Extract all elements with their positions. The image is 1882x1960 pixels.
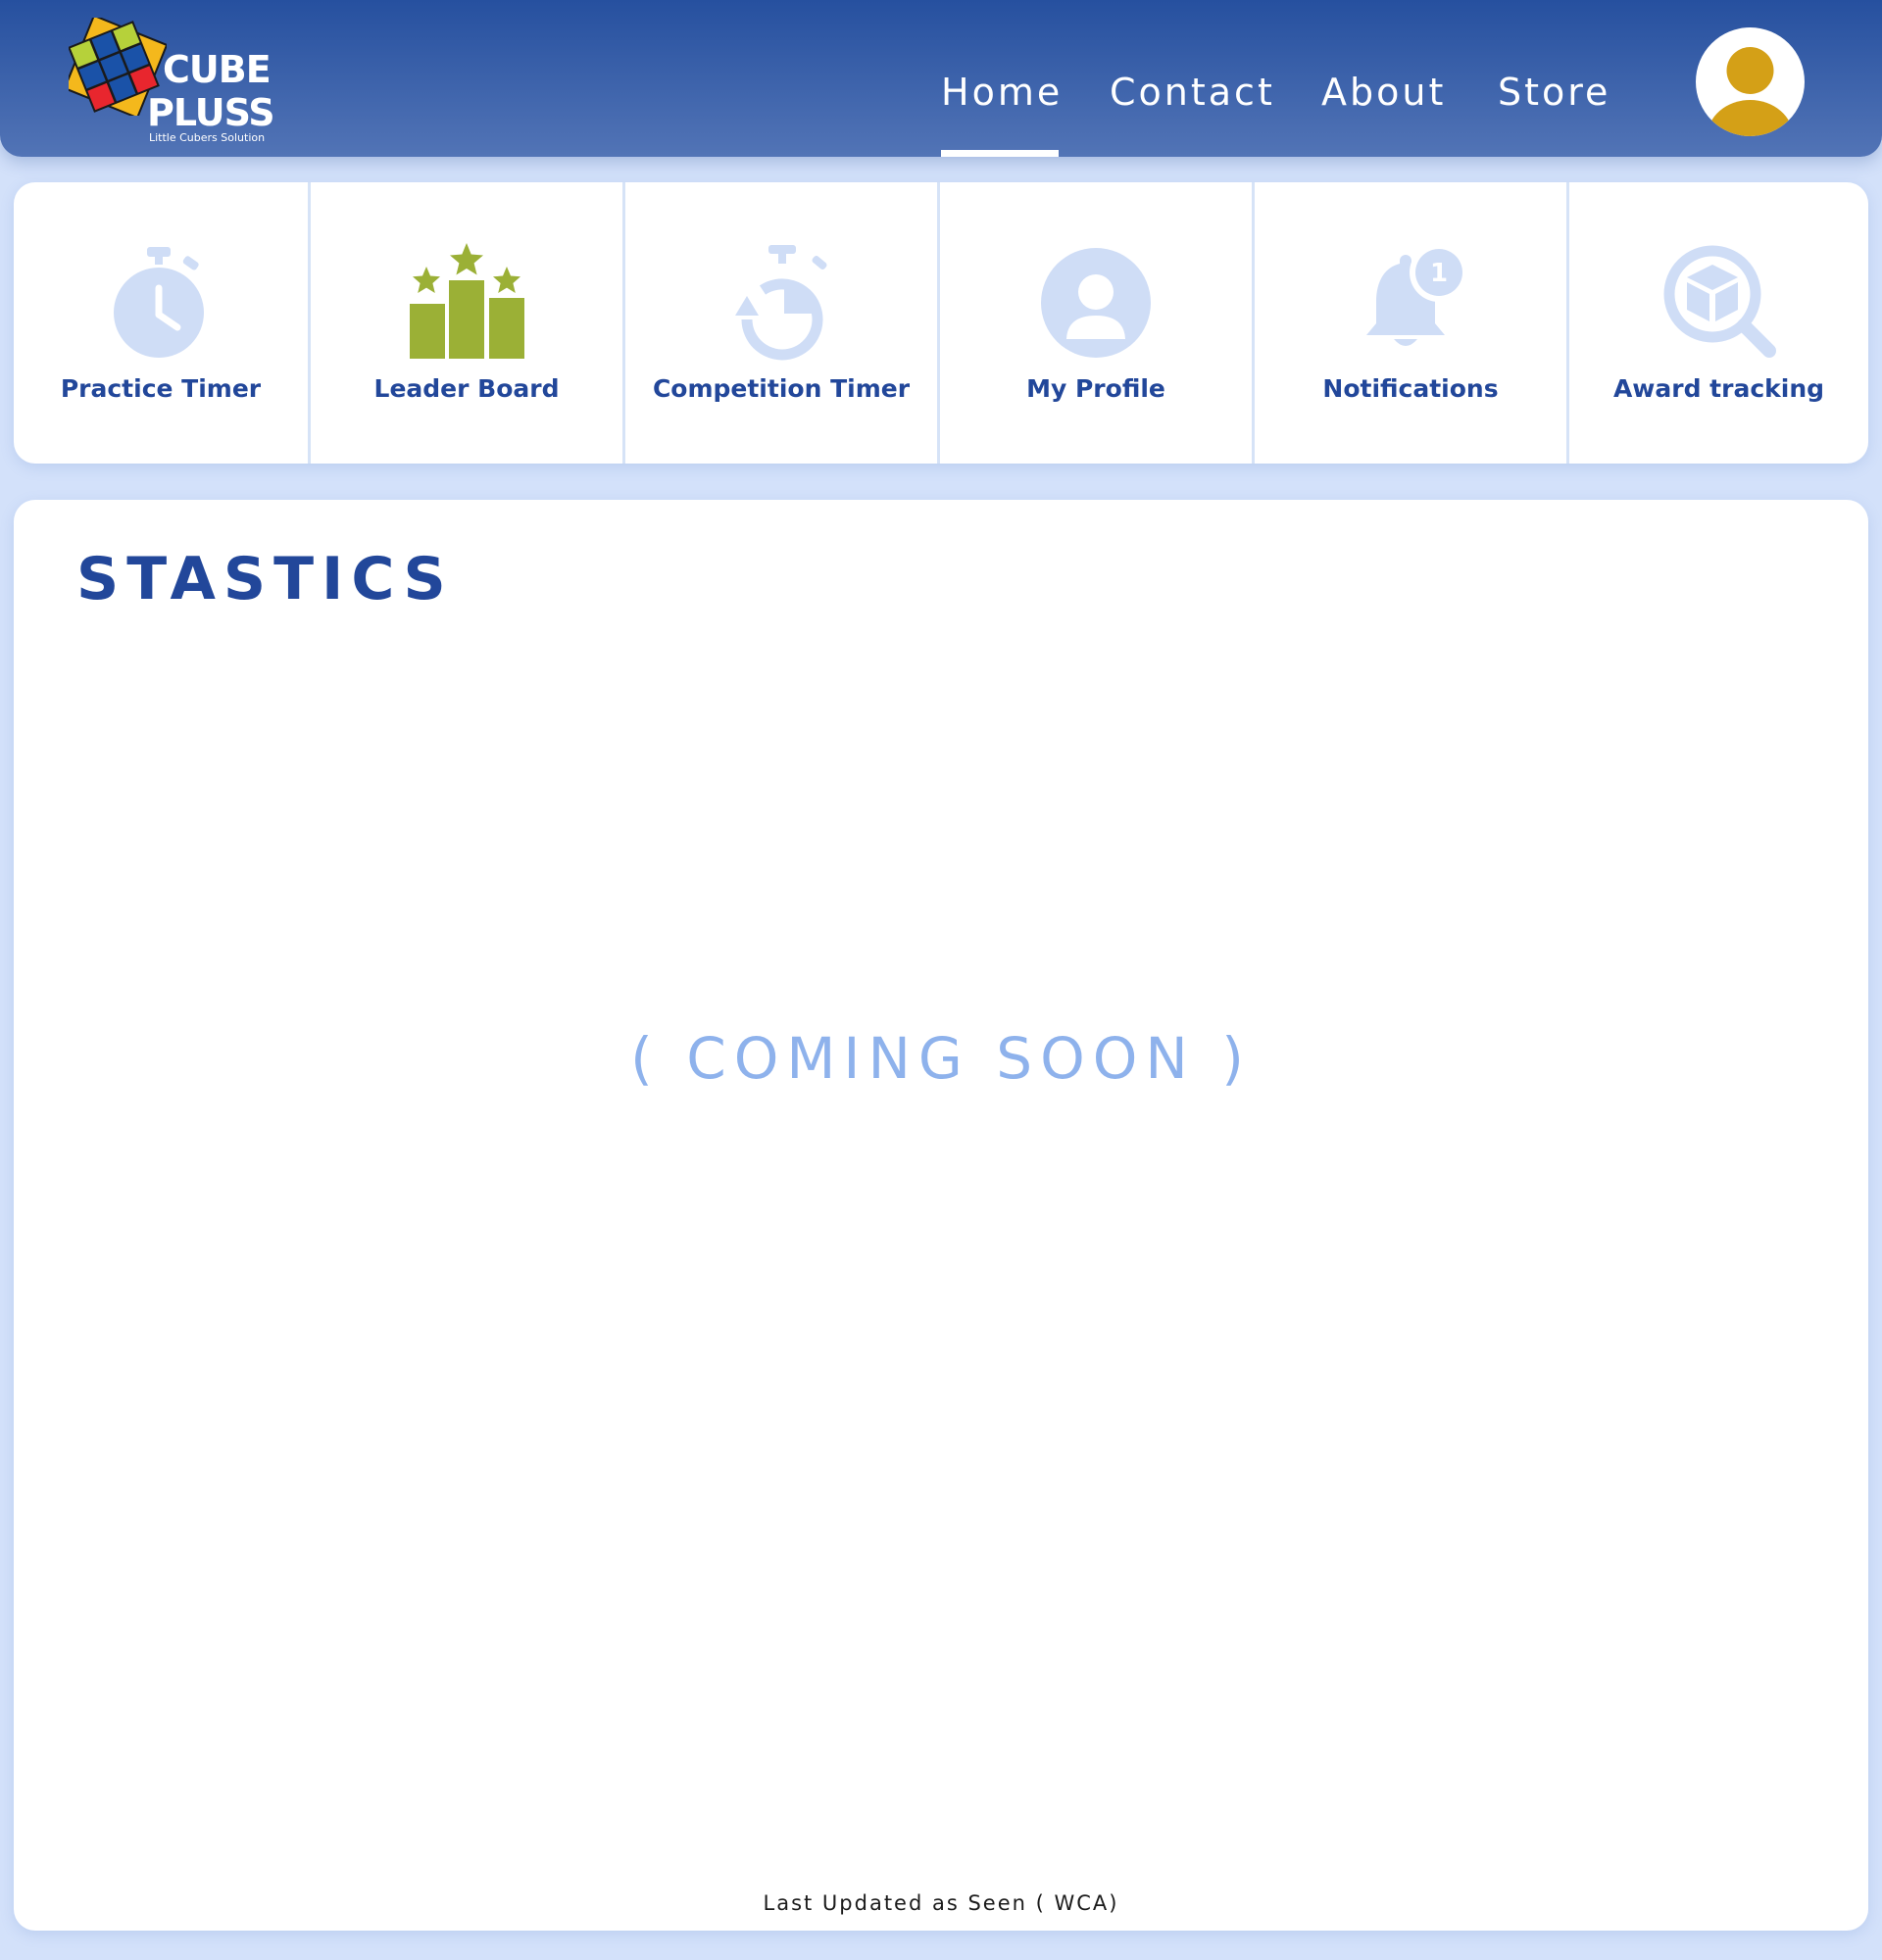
- tile-notifications[interactable]: 1 Notifications: [1255, 182, 1569, 464]
- nav-store[interactable]: Store: [1498, 71, 1610, 114]
- user-avatar-button[interactable]: [1696, 27, 1805, 136]
- tile-label-practice-timer: Practice Timer: [60, 374, 262, 403]
- award-search-icon: [1663, 245, 1776, 358]
- tile-label-leader-board: Leader Board: [373, 374, 560, 403]
- user-avatar-icon: [1707, 47, 1794, 136]
- tile-label-notifications: Notifications: [1322, 374, 1499, 403]
- nav-about[interactable]: About: [1321, 71, 1446, 114]
- top-navbar: CUBE PLUSS Little Cubers Solution Home C…: [0, 0, 1882, 157]
- last-updated-note: Last Updated as Seen ( WCA): [763, 1891, 1119, 1915]
- logo-tagline: Little Cubers Solution: [149, 131, 266, 144]
- notification-badge-count: 1: [1430, 259, 1448, 288]
- bell-icon: 1: [1366, 243, 1468, 346]
- tile-my-profile[interactable]: My Profile: [940, 182, 1255, 464]
- coming-soon-placeholder: ( COMING SOON ): [630, 1025, 1252, 1092]
- tile-label-my-profile: My Profile: [1026, 374, 1165, 403]
- tile-competition-timer[interactable]: Competition Timer: [625, 182, 940, 464]
- stopwatch-icon: [114, 247, 204, 358]
- nav-contact[interactable]: Contact: [1110, 71, 1275, 114]
- feature-tiles: Practice Timer Leader Board Competition …: [14, 182, 1868, 464]
- competition-timer-icon: [735, 245, 827, 361]
- statistics-panel: STASTICS ( COMING SOON ) Last Updated as…: [14, 500, 1868, 1931]
- logo-word-cube: CUBE: [163, 48, 272, 91]
- tile-label-award-tracking: Award tracking: [1612, 374, 1825, 403]
- podium-stars-icon: [410, 243, 524, 359]
- cube-pluss-logo[interactable]: CUBE PLUSS Little Cubers Solution: [69, 18, 275, 145]
- tile-practice-timer[interactable]: Practice Timer: [14, 182, 311, 464]
- nav-home[interactable]: Home: [941, 71, 1063, 114]
- nav-active-indicator: [941, 150, 1059, 157]
- tile-label-competition-timer: Competition Timer: [652, 374, 911, 403]
- statistics-title: STASTICS: [76, 545, 454, 613]
- logo-word-pluss: PLUSS: [147, 91, 275, 134]
- tile-award-tracking[interactable]: Award tracking: [1569, 182, 1868, 464]
- tile-leader-board[interactable]: Leader Board: [311, 182, 625, 464]
- profile-icon: [1041, 248, 1151, 358]
